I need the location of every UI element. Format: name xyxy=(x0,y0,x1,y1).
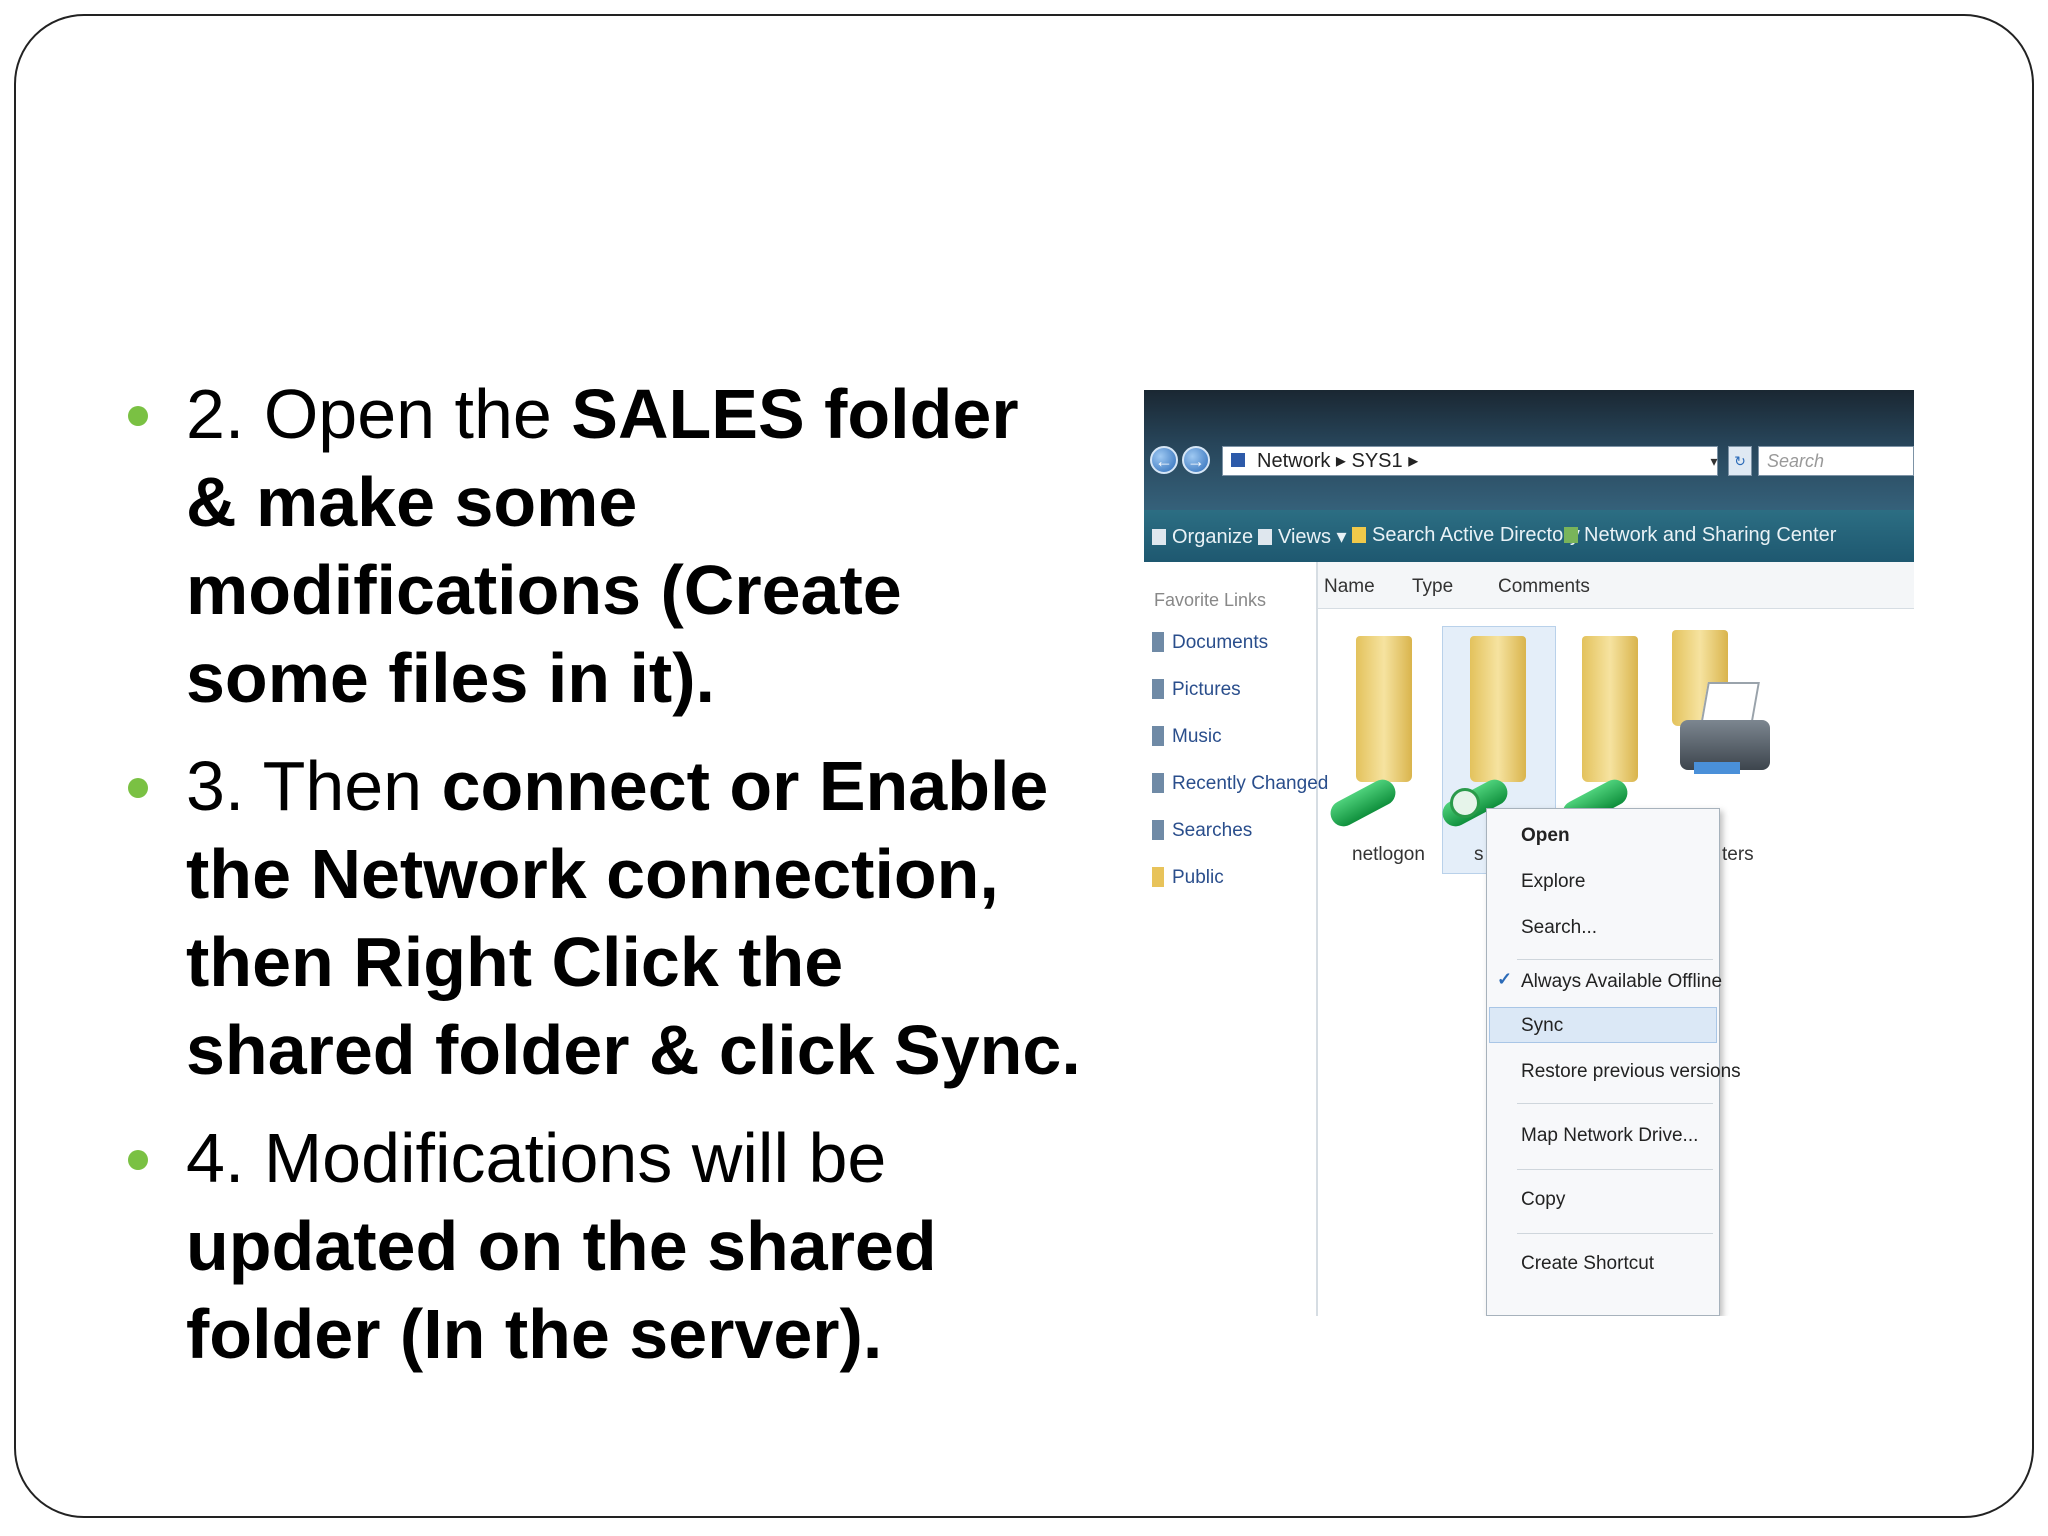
menu-separator xyxy=(1517,1169,1713,1170)
forward-arrow-icon[interactable]: → xyxy=(1182,446,1210,474)
item-label-netlogon[interactable]: netlogon xyxy=(1352,844,1425,866)
shared-folder-icon[interactable] xyxy=(1582,636,1638,782)
network-share-icon xyxy=(1325,775,1401,831)
search-active-directory-label: Search Active Directory xyxy=(1372,524,1580,546)
shared-folder-icon[interactable] xyxy=(1470,636,1526,782)
menu-item-search[interactable]: Search... xyxy=(1521,917,1597,939)
menu-item-sync[interactable]: Sync xyxy=(1521,1015,1563,1037)
column-header-row: Name Type Comments xyxy=(1318,562,1914,609)
network-sharing-icon xyxy=(1564,527,1578,543)
recently-changed-icon xyxy=(1152,773,1164,793)
menu-item-copy[interactable]: Copy xyxy=(1521,1189,1565,1211)
address-field[interactable]: Network ▸ SYS1 ▸ xyxy=(1222,446,1718,476)
bullet-text: 4. Modifications will be xyxy=(186,1119,887,1197)
favorite-label: Recently Changed xyxy=(1172,773,1329,794)
item-label-sales[interactable]: s xyxy=(1474,844,1484,866)
favorite-label: Music xyxy=(1172,726,1222,747)
bullet-item: 2. Open the SALES folder & make some mod… xyxy=(128,370,1088,722)
column-type[interactable]: Type xyxy=(1412,576,1453,598)
sync-center-icon xyxy=(1450,788,1480,818)
organize-button[interactable]: Organize ▾ xyxy=(1152,524,1269,549)
views-icon xyxy=(1258,529,1272,545)
bullet-item: 4. Modifications will be updated on the … xyxy=(128,1114,1088,1378)
chevron-down-icon[interactable]: ▾ xyxy=(1704,446,1724,476)
menu-separator xyxy=(1517,959,1713,960)
favorite-recently-changed[interactable]: Recently Changed xyxy=(1152,773,1328,795)
command-toolbar: Organize ▾ Views ▾ Search Active Directo… xyxy=(1144,510,1914,562)
favorite-label: Searches xyxy=(1172,820,1253,841)
menu-separator xyxy=(1517,1233,1713,1234)
address-bar-area: ← → Network ▸ SYS1 ▸ ▾ ↻ Search xyxy=(1144,390,1914,510)
column-name[interactable]: Name xyxy=(1324,576,1375,598)
views-button[interactable]: Views ▾ xyxy=(1258,524,1347,549)
favorite-searches[interactable]: Searches xyxy=(1152,820,1252,842)
favorite-documents[interactable]: Documents xyxy=(1152,632,1268,654)
menu-item-map-network-drive[interactable]: Map Network Drive... xyxy=(1521,1125,1698,1147)
menu-item-create-shortcut[interactable]: Create Shortcut xyxy=(1521,1253,1654,1275)
searches-icon xyxy=(1152,820,1164,840)
favorite-links-pane: Favorite Links Documents Pictures Music … xyxy=(1144,562,1328,1316)
check-icon: ✓ xyxy=(1497,969,1513,989)
search-active-directory-button[interactable]: Search Active Directory xyxy=(1352,524,1580,547)
public-folder-icon xyxy=(1152,867,1164,887)
organize-icon xyxy=(1152,529,1166,545)
menu-item-open[interactable]: Open xyxy=(1521,825,1570,847)
music-icon xyxy=(1152,726,1164,746)
favorite-label: Documents xyxy=(1172,632,1269,653)
favorite-label: Public xyxy=(1172,867,1224,888)
pictures-icon xyxy=(1152,679,1164,699)
menu-item-always-available-offline[interactable]: Always Available Offline xyxy=(1521,971,1722,993)
favorites-header: Favorite Links xyxy=(1154,590,1267,610)
column-comments[interactable]: Comments xyxy=(1498,576,1590,598)
favorite-label: Pictures xyxy=(1172,679,1241,700)
address-path: Network ▸ SYS1 ▸ xyxy=(1257,450,1419,472)
organize-label: Organize ▾ xyxy=(1172,526,1269,548)
views-label: Views ▾ xyxy=(1278,526,1347,548)
shared-folder-icon[interactable] xyxy=(1356,636,1412,782)
network-icon xyxy=(1231,453,1245,467)
search-input[interactable]: Search xyxy=(1758,446,1914,476)
item-label-printers[interactable]: ters xyxy=(1722,844,1754,866)
network-sharing-center-button[interactable]: Network and Sharing Center xyxy=(1564,524,1836,547)
bullet-item: 3. Then connect or Enable the Network co… xyxy=(128,742,1088,1094)
favorite-pictures[interactable]: Pictures xyxy=(1152,679,1241,701)
bullet-dot-icon xyxy=(128,406,148,426)
back-arrow-icon[interactable]: ← xyxy=(1150,446,1178,474)
directory-icon xyxy=(1352,527,1366,543)
context-menu: Open Explore Search... ✓ Always Availabl… xyxy=(1486,808,1741,1316)
menu-separator xyxy=(1517,1103,1713,1104)
bullet-dot-icon xyxy=(128,778,148,798)
bullet-dot-icon xyxy=(128,1150,148,1170)
network-sharing-label: Network and Sharing Center xyxy=(1584,524,1837,546)
menu-item-explore[interactable]: Explore xyxy=(1521,871,1585,893)
printer-icon[interactable] xyxy=(1680,682,1770,778)
bullet-bold-text: updated on the shared folder (In the ser… xyxy=(186,1207,937,1373)
bullet-text: 3. Then xyxy=(186,747,442,825)
favorite-public[interactable]: Public xyxy=(1152,867,1224,889)
bullet-list: 2. Open the SALES folder & make some mod… xyxy=(128,370,1088,1398)
printer-tray xyxy=(1694,762,1740,774)
menu-item-restore-previous-versions[interactable]: Restore previous versions xyxy=(1521,1061,1741,1083)
favorite-music[interactable]: Music xyxy=(1152,726,1222,748)
documents-icon xyxy=(1152,632,1164,652)
explorer-screenshot: ← → Network ▸ SYS1 ▸ ▾ ↻ Search Organize… xyxy=(1144,390,1914,1316)
refresh-icon[interactable]: ↻ xyxy=(1728,446,1752,476)
bullet-text: 2. Open the xyxy=(186,375,572,453)
